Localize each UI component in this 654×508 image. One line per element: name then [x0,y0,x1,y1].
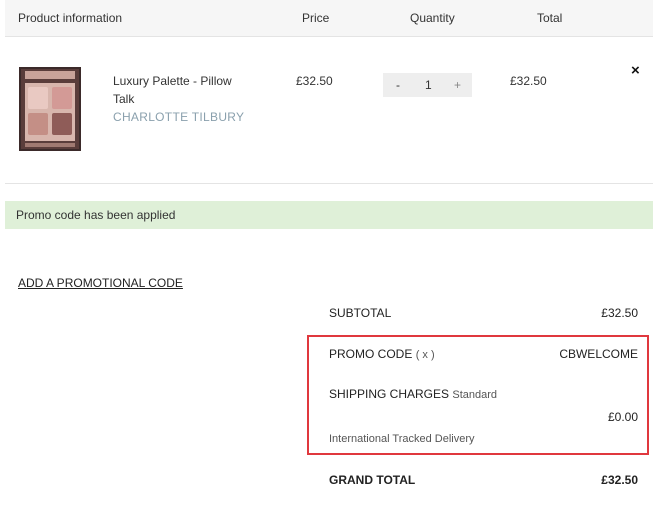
quantity-value[interactable]: 1 [425,78,432,92]
subtotal-label: SUBTOTAL [329,306,392,320]
quantity-increment-button[interactable]: + [454,78,461,92]
alert-message: Promo code has been applied [16,208,176,222]
grand-total-value: £32.50 [601,473,638,487]
shipping-note: International Tracked Delivery [329,433,475,445]
quantity-stepper: - 1 + [383,73,472,97]
eyeshadow-palette-image[interactable] [19,67,81,151]
quantity-decrement-button[interactable]: - [396,78,400,92]
product-name[interactable]: Luxury Palette - Pillow Talk [113,72,253,108]
remove-item-close-icon[interactable]: × [631,62,640,79]
shipping-value: £0.00 [607,410,638,424]
promo-code-row: PROMO CODE ( x ) [329,347,435,361]
grand-total-label: GRAND TOTAL [329,473,416,487]
header-total: Total [537,11,563,25]
cart-table-header: Product information Price Quantity Total [5,0,653,37]
item-total: £32.50 [510,74,547,88]
header-price: Price [302,11,330,25]
item-price: £32.50 [296,74,333,88]
remove-promo-button[interactable]: ( x ) [416,349,435,361]
shipping-method: Standard [452,389,498,401]
promo-success-alert: Promo code has been applied [5,201,653,229]
subtotal-value: £32.50 [601,306,638,320]
shipping-label: SHIPPING CHARGES [329,387,450,401]
promo-code-label: PROMO CODE [329,347,413,361]
shipping-row: SHIPPING CHARGES Standard [329,387,497,401]
add-promo-code-link[interactable]: ADD A PROMOTIONAL CODE [18,276,183,290]
promo-code-value: CBWELCOME [559,347,638,361]
cart-item-row: Luxury Palette - Pillow Talk CHARLOTTE T… [5,37,653,184]
product-brand: CHARLOTTE TILBURY [113,110,245,124]
header-product: Product information [18,11,123,25]
header-quantity: Quantity [410,11,455,25]
